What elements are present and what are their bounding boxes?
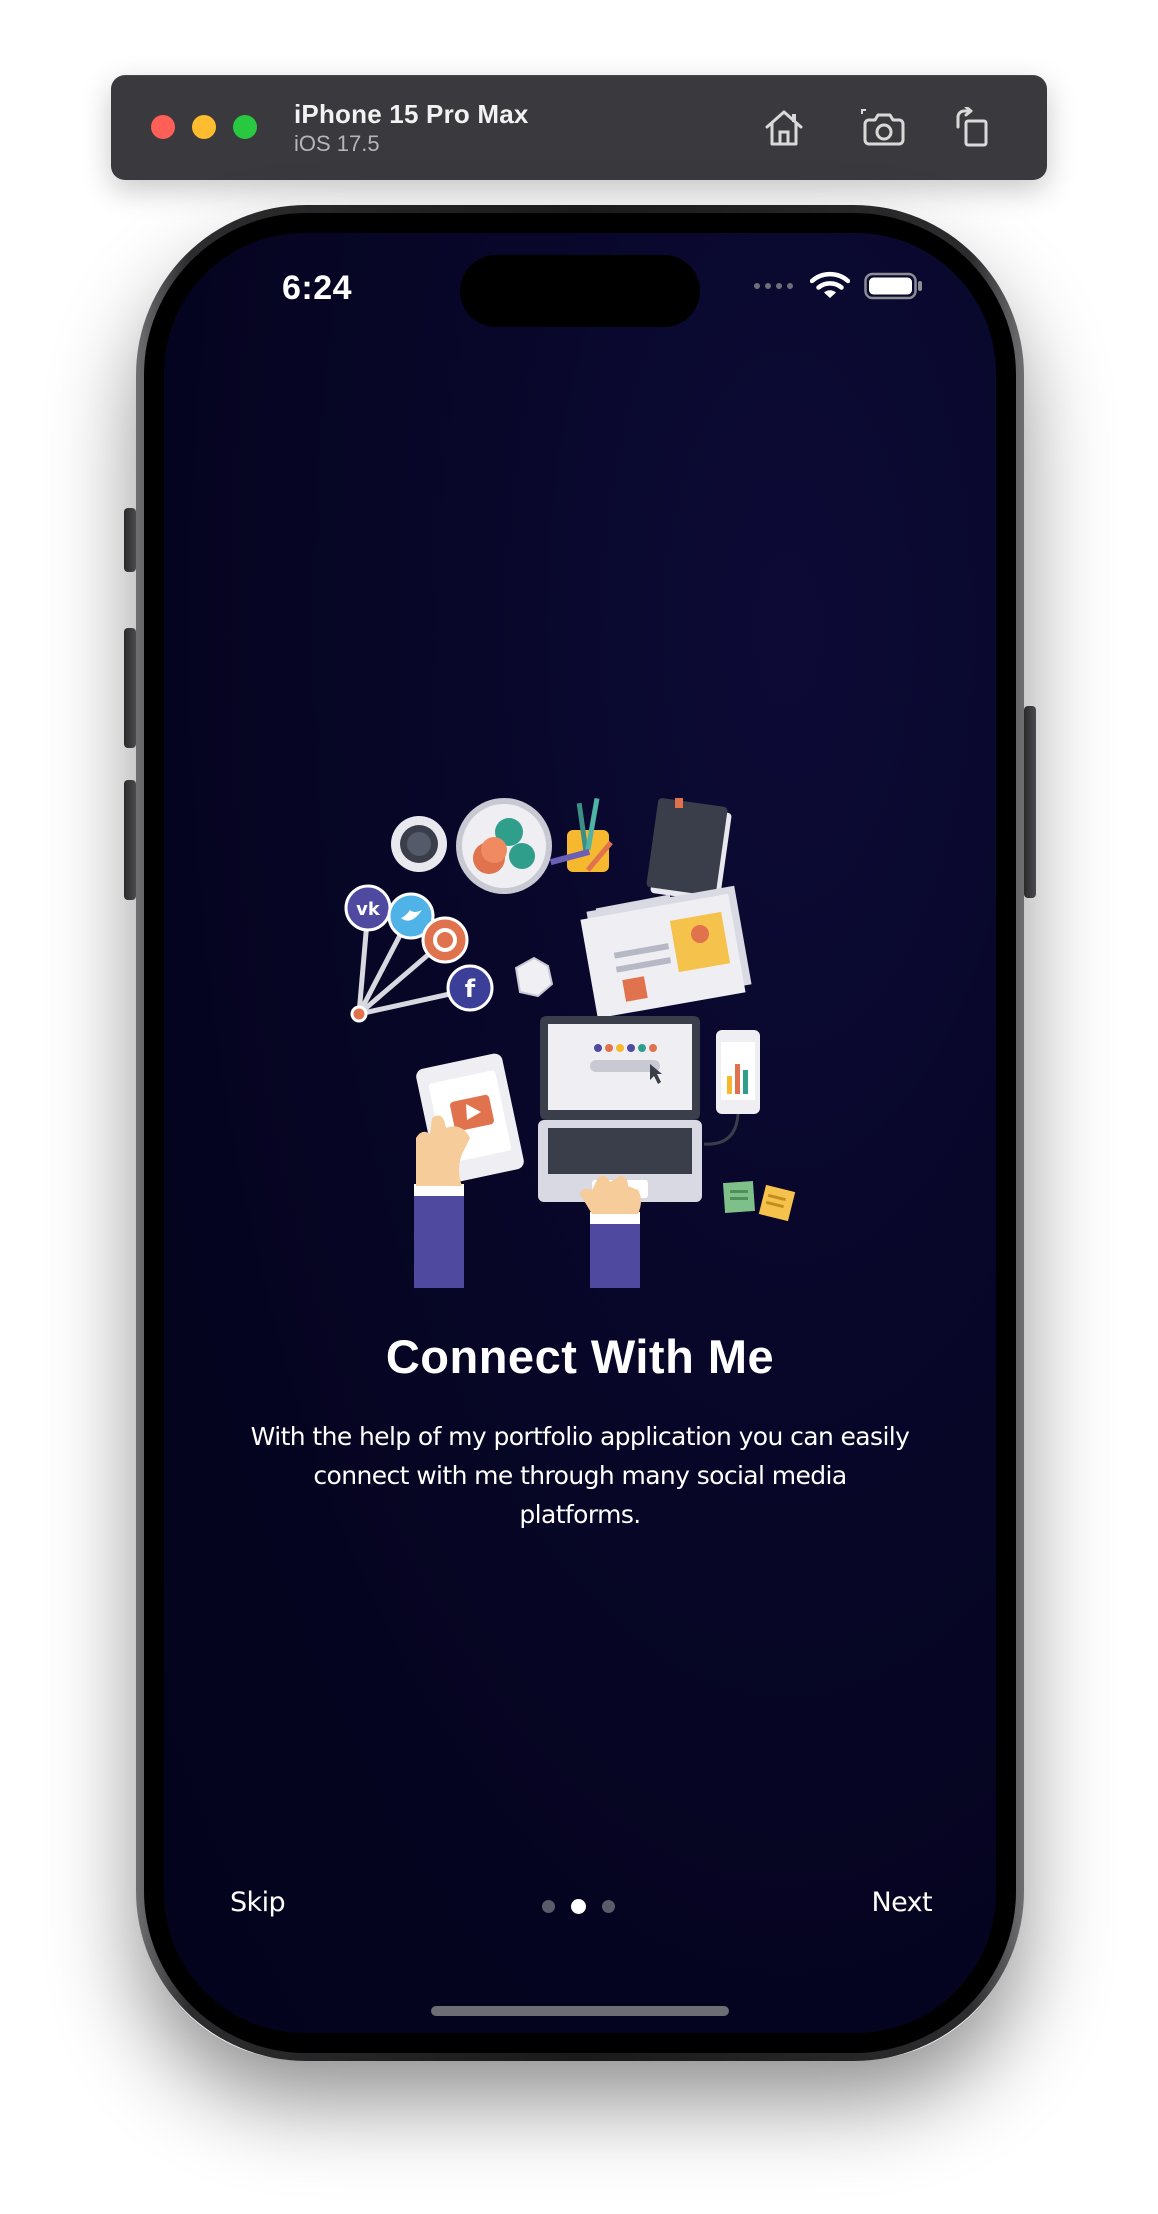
next-button[interactable]: Next: [872, 1887, 933, 1918]
power-button[interactable]: [1024, 706, 1036, 898]
os-version: iOS 17.5: [294, 131, 380, 156]
social-network-icons: vk f: [344, 884, 494, 1023]
cellular-signal-icon: [754, 283, 793, 289]
document-icon: [580, 885, 752, 1019]
simulator-window: iPhone 15 Pro Max iOS 17.5 6:24 vk f Con…: [0, 0, 1158, 2214]
skip-button[interactable]: Skip: [230, 1887, 286, 1918]
device-name: iPhone 15 Pro Max: [294, 99, 529, 129]
status-icons: [752, 271, 924, 301]
onboarding-description: With the help of my portfolio applicatio…: [250, 1422, 910, 1529]
notebook-icon: [646, 798, 732, 902]
home-button[interactable]: [759, 103, 809, 153]
smartphone-chart-icon: [703, 1030, 760, 1146]
page-dot-2-active[interactable]: [571, 1899, 586, 1914]
pencil-holder-icon: [549, 798, 613, 872]
simulator-toolbar: iPhone 15 Pro Max iOS 17.5: [111, 75, 1047, 180]
screenshot-button[interactable]: [859, 103, 909, 153]
svg-text:f: f: [465, 975, 476, 1003]
page-indicator[interactable]: [542, 1899, 615, 1914]
volume-up-button[interactable]: [124, 628, 136, 748]
svg-text:vk: vk: [356, 899, 381, 920]
zoom-window-button[interactable]: [233, 115, 257, 139]
screenshot-icon: [861, 109, 905, 146]
page-dot-3[interactable]: [602, 1900, 615, 1913]
rotate-button[interactable]: [947, 103, 997, 153]
sticky-notes-icon: [722, 1180, 796, 1222]
app-screen: 6:24 vk f Connect With Me With the help …: [164, 233, 996, 2033]
onboarding-title: Connect With Me: [385, 1330, 775, 1383]
battery-icon: [864, 272, 922, 300]
dynamic-island: [460, 255, 700, 327]
action-button[interactable]: [124, 508, 136, 572]
close-window-button[interactable]: [151, 115, 175, 139]
wifi-icon: [810, 271, 850, 298]
page-dot-1[interactable]: [542, 1900, 555, 1913]
workspace-social-media-illustration: vk f: [344, 798, 796, 1288]
cookie-plate-icon: [456, 798, 552, 894]
laptop-icon: [538, 1016, 702, 1202]
coffee-cup-icon: [391, 816, 447, 872]
volume-down-button[interactable]: [124, 780, 136, 900]
paper-ball-icon: [514, 956, 554, 998]
status-time: 6:24: [282, 269, 353, 307]
rotate-icon: [956, 107, 988, 147]
home-icon: [765, 110, 803, 146]
home-indicator[interactable]: [431, 2006, 729, 2016]
minimize-window-button[interactable]: [192, 115, 216, 139]
